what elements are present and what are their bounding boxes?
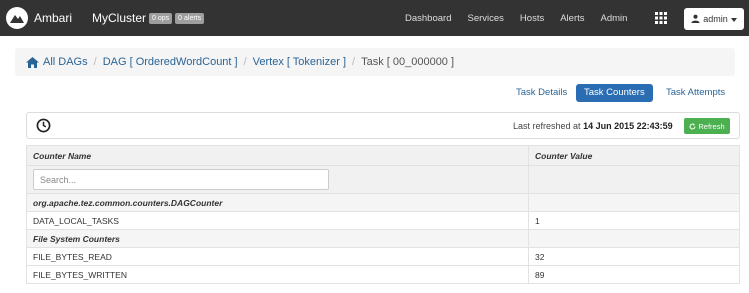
last-refreshed-text: Last refreshed at 14 Jun 2015 22:43:59 xyxy=(513,121,673,131)
nav-hosts[interactable]: Hosts xyxy=(520,13,544,24)
counter-value: 89 xyxy=(528,265,740,284)
refresh-button-label: Refresh xyxy=(698,121,725,131)
counter-name: DATA_LOCAL_TASKS xyxy=(26,211,529,230)
search-input[interactable] xyxy=(33,169,329,190)
counter-group-name: org.apache.tez.common.counters.DAGCounte… xyxy=(26,193,529,212)
cluster-name[interactable]: MyCluster xyxy=(92,11,146,25)
home-icon[interactable] xyxy=(26,56,39,68)
table-row: DATA_LOCAL_TASKS 1 xyxy=(26,211,740,230)
tab-task-details[interactable]: Task Details xyxy=(508,84,575,102)
nav-admin[interactable]: Admin xyxy=(601,13,628,24)
refresh-bar: Last refreshed at 14 Jun 2015 22:43:59 R… xyxy=(26,112,740,139)
breadcrumb-separator: / xyxy=(93,56,97,68)
alerts-badge[interactable]: 0 alerts xyxy=(175,12,205,24)
brand[interactable]: Ambari xyxy=(6,7,72,29)
ops-badge[interactable]: 0 ops xyxy=(149,12,173,24)
tab-task-counters[interactable]: Task Counters xyxy=(576,84,653,102)
nav-dashboard[interactable]: Dashboard xyxy=(405,13,451,24)
counter-value: 1 xyxy=(528,211,740,230)
counter-group-value xyxy=(528,229,740,248)
caret-down-icon xyxy=(730,14,737,24)
breadcrumb-vertex[interactable]: Vertex [ Tokenizer ] xyxy=(253,56,346,68)
counter-name: FILE_BYTES_READ xyxy=(26,247,529,266)
ambari-logo-icon xyxy=(6,7,28,29)
tab-task-attempts[interactable]: Task Attempts xyxy=(658,84,733,102)
last-refreshed-timestamp: 14 Jun 2015 22:43:59 xyxy=(583,121,673,131)
breadcrumb-separator: / xyxy=(243,56,247,68)
user-menu-button[interactable]: admin xyxy=(684,8,744,30)
counter-name: FILE_BYTES_WRITTEN xyxy=(26,265,529,284)
filter-cell-empty xyxy=(528,165,740,194)
task-tabs: Task Details Task Counters Task Attempts xyxy=(0,84,749,102)
breadcrumb-dag[interactable]: DAG [ OrderedWordCount ] xyxy=(103,56,238,68)
table-row: FILE_BYTES_WRITTEN 89 xyxy=(26,265,740,284)
refresh-icon xyxy=(689,122,696,130)
column-header-counter-value[interactable]: Counter Value xyxy=(528,145,740,166)
table-row: FILE_BYTES_READ 32 xyxy=(26,247,740,266)
column-header-counter-name[interactable]: Counter Name xyxy=(26,145,529,166)
breadcrumb: All DAGs / DAG [ OrderedWordCount ] / Ve… xyxy=(15,48,735,76)
counter-group-value xyxy=(528,193,740,212)
clock-icon xyxy=(36,118,51,136)
filter-cell xyxy=(26,165,529,194)
counter-value: 32 xyxy=(528,247,740,266)
nav-services[interactable]: Services xyxy=(467,13,503,24)
table-group-row: File System Counters xyxy=(26,229,740,248)
refresh-button[interactable]: Refresh xyxy=(684,118,730,134)
nav-alerts[interactable]: Alerts xyxy=(560,13,584,24)
last-refreshed-label: Last refreshed at xyxy=(513,121,581,131)
brand-name: Ambari xyxy=(34,11,73,25)
breadcrumb-all-dags[interactable]: All DAGs xyxy=(43,56,88,68)
filter-row xyxy=(26,165,740,194)
table-group-row: org.apache.tez.common.counters.DAGCounte… xyxy=(26,193,740,212)
grid-icon[interactable] xyxy=(651,8,671,28)
breadcrumb-separator: / xyxy=(352,56,356,68)
user-menu-label: admin xyxy=(703,14,728,24)
user-icon xyxy=(691,14,700,25)
table-header-row: Counter Name Counter Value xyxy=(26,145,740,166)
main-nav: Dashboard Services Hosts Alerts Admin xyxy=(405,0,643,36)
breadcrumb-task: Task [ 00_000000 ] xyxy=(361,56,455,68)
counters-table: Counter Name Counter Value org.apache.te… xyxy=(26,145,740,284)
top-navbar: Ambari MyCluster 0 ops 0 alerts Dashboar… xyxy=(0,0,749,36)
counter-group-name: File System Counters xyxy=(26,229,529,248)
